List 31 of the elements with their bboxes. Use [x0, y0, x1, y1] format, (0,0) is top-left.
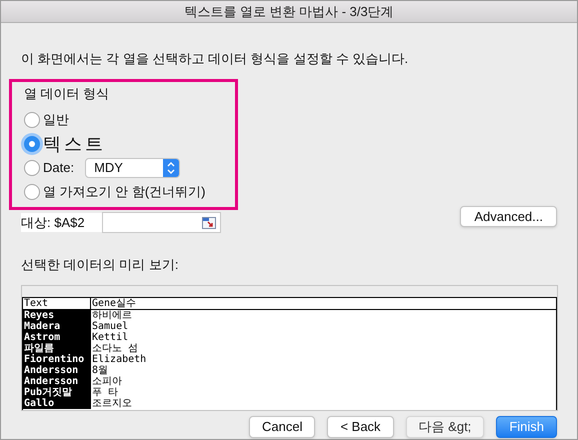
preview-cell: 파일름: [23, 343, 91, 354]
column-header[interactable]: Text: [23, 298, 91, 309]
wizard-button[interactable]: 다음 &gt;: [406, 416, 484, 438]
group-title: 열 데이터 형식: [24, 84, 110, 102]
preview-cell: Reyes: [23, 310, 91, 321]
radio-button[interactable]: [24, 136, 40, 152]
preview-cell: Andersson: [23, 376, 91, 387]
date-format-dropdown[interactable]: MDY: [85, 158, 180, 178]
radio-button[interactable]: [24, 112, 40, 128]
wizard-button[interactable]: < Back: [327, 416, 394, 438]
preview-cell: Fiorentino: [23, 354, 91, 365]
preview-title: 선택한 데이터의 미리 보기:: [21, 257, 178, 272]
preview-cell: Gallo: [23, 398, 91, 409]
preview-cell: Astrom: [23, 332, 91, 343]
range-select-icon[interactable]: [202, 216, 216, 228]
destination-label: 대상: $A$2: [21, 212, 102, 232]
radio-label: 일반: [43, 111, 69, 130]
advanced-button[interactable]: Advanced...: [460, 206, 557, 227]
preview-cell: Madera: [23, 321, 91, 332]
wizard-button[interactable]: Cancel: [248, 416, 316, 438]
radio-button[interactable]: [24, 184, 40, 200]
destination-field[interactable]: [102, 212, 221, 233]
preview-cell: Andersson: [23, 365, 91, 376]
window-title: 텍스트를 열로 변환 마법사 - 3/3단계: [184, 2, 394, 21]
radio-label: 텍스트: [43, 132, 106, 156]
stepper-icon[interactable]: [163, 159, 180, 177]
preview-cell: Pub거짓말: [23, 387, 91, 398]
radio-button[interactable]: [24, 160, 40, 176]
radio-label: Date:: [43, 159, 74, 178]
instruction-text: 이 화면에서는 각 열을 선택하고 데이터 형식을 설정할 수 있습니다.: [21, 50, 410, 68]
radio-label: 열 가져오기 안 함(건너뛰기): [43, 183, 206, 202]
